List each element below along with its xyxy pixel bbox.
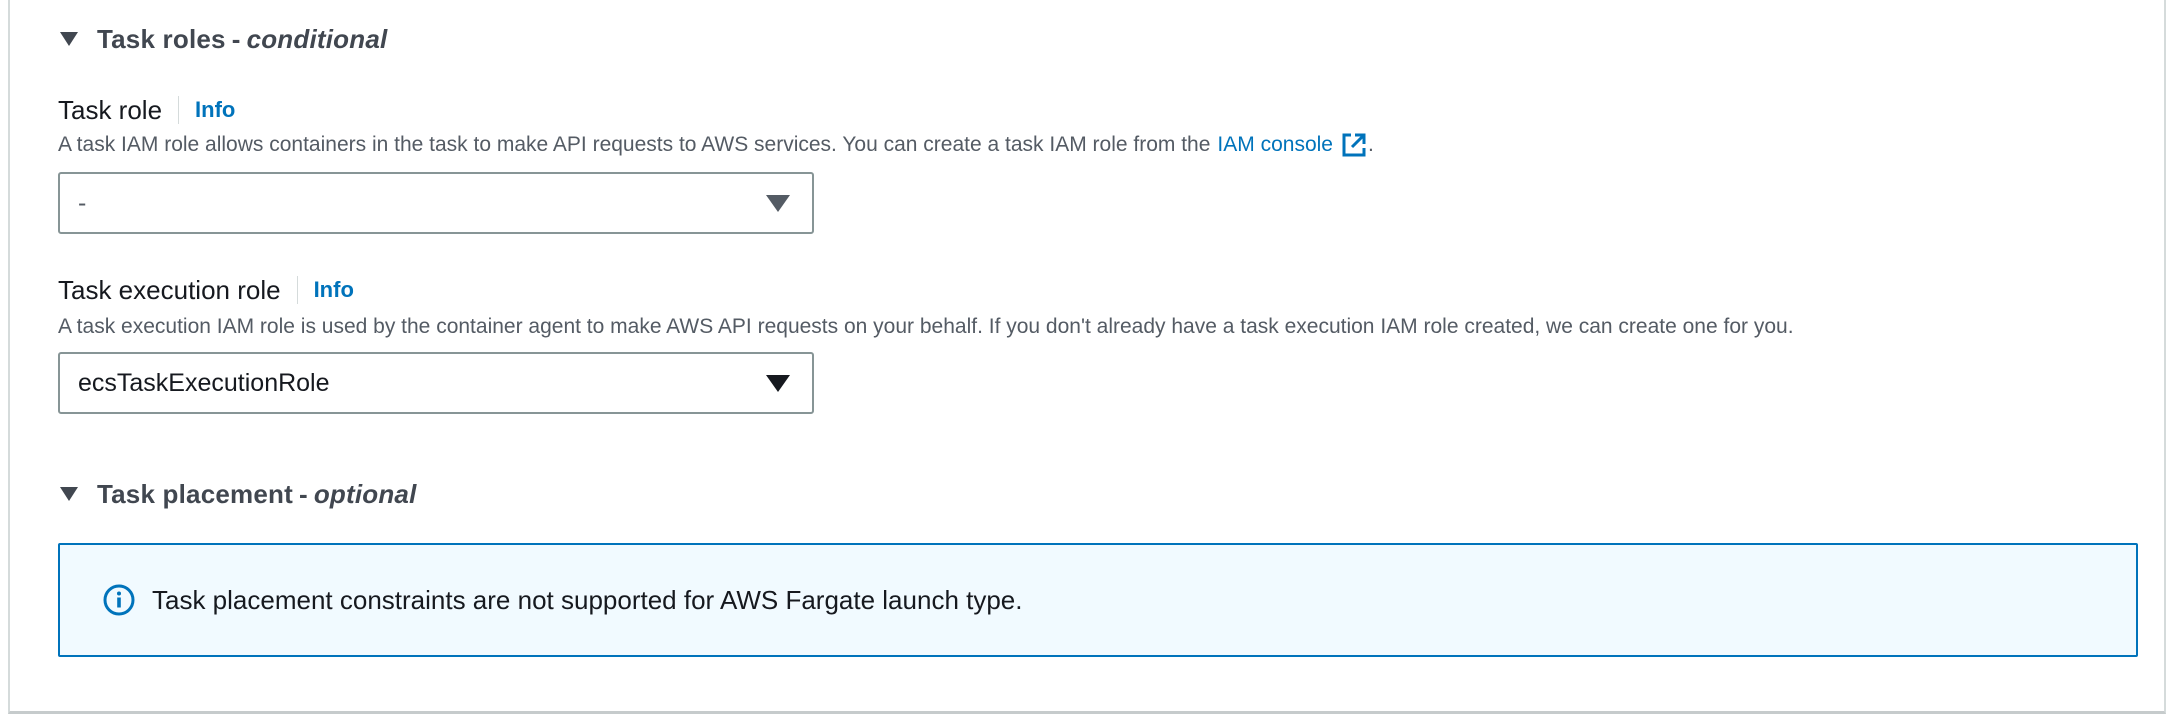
task-role-label-row: Task role Info bbox=[58, 92, 235, 128]
task-role-info-link[interactable]: Info bbox=[195, 97, 235, 123]
task-role-label: Task role bbox=[58, 94, 163, 125]
execution-role-selected-value: ecsTaskExecutionRole bbox=[78, 368, 330, 397]
task-role-select[interactable]: - bbox=[58, 172, 814, 234]
execution-role-select[interactable]: ecsTaskExecutionRole bbox=[58, 352, 814, 414]
task-config-panel: Task roles - conditional Task role Info A … bbox=[8, 0, 2166, 714]
execution-role-description: A task execution IAM role is used by the… bbox=[58, 312, 1794, 342]
task-role-description-end: . bbox=[1367, 133, 1374, 156]
execution-role-info-link[interactable]: Info bbox=[314, 277, 354, 303]
info-circle-icon bbox=[103, 584, 135, 616]
section-title-text: Task placement bbox=[97, 478, 293, 509]
task-placement-section-toggle[interactable]: Task placement - optional bbox=[60, 476, 417, 512]
task-roles-section-toggle[interactable]: Task roles - conditional bbox=[60, 21, 387, 57]
section-qualifier: optional bbox=[313, 478, 417, 509]
task-roles-heading: Task roles - conditional bbox=[97, 24, 387, 55]
task-role-description-text: A task IAM role allows containers in the… bbox=[58, 133, 1211, 156]
task-role-selected-value: - bbox=[78, 188, 87, 217]
alert-message: Task placement constraints are not suppo… bbox=[152, 584, 1023, 615]
section-qualifier: conditional bbox=[246, 23, 388, 54]
execution-role-label: Task execution role bbox=[58, 274, 281, 305]
iam-console-link[interactable]: IAM console bbox=[1217, 133, 1333, 157]
task-placement-heading: Task placement - optional bbox=[97, 479, 417, 510]
execution-role-description-text: A task execution IAM role is used by the… bbox=[58, 315, 1794, 338]
execution-role-label-row: Task execution role Info bbox=[58, 272, 354, 308]
section-title-text: Task roles bbox=[97, 23, 226, 54]
caret-down-icon bbox=[60, 32, 78, 46]
section-title-dash: - bbox=[298, 478, 308, 509]
label-divider bbox=[178, 96, 180, 124]
external-link-icon[interactable] bbox=[1340, 131, 1368, 159]
task-role-description: A task IAM role allows containers in the… bbox=[58, 130, 1374, 160]
label-divider bbox=[296, 276, 298, 304]
fargate-placement-alert: Task placement constraints are not suppo… bbox=[58, 543, 2138, 657]
caret-down-icon bbox=[60, 487, 78, 501]
section-title-dash: - bbox=[231, 23, 241, 54]
dropdown-caret-icon bbox=[766, 374, 790, 392]
dropdown-caret-icon bbox=[766, 194, 790, 212]
